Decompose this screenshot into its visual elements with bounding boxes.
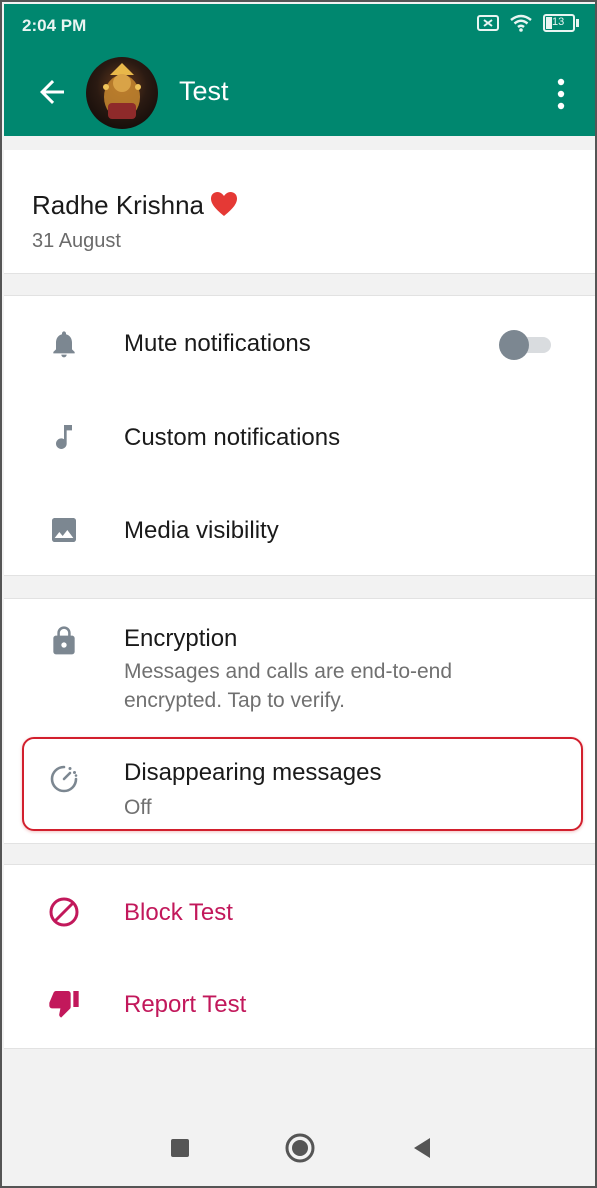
lock-icon bbox=[53, 626, 75, 655]
disappearing-messages-row[interactable]: Disappearing messages Off bbox=[4, 739, 595, 839]
custom-notifications-label: Custom notifications bbox=[124, 424, 341, 451]
battery-icon: 13 bbox=[543, 14, 579, 32]
privacy-section: Encryption Messages and calls are end-to… bbox=[4, 598, 595, 844]
timer-icon bbox=[50, 765, 78, 793]
encryption-description-line2: encrypted. Tap to verify. bbox=[124, 689, 346, 712]
sim-icon bbox=[477, 15, 499, 31]
image-icon bbox=[52, 518, 76, 542]
status-time: 2:04 PM bbox=[22, 16, 87, 35]
disappearing-messages-label: Disappearing messages bbox=[124, 759, 382, 786]
toggle-knob bbox=[499, 330, 529, 360]
thumb-down-icon bbox=[49, 991, 79, 1018]
custom-notifications-row[interactable]: Custom notifications bbox=[4, 390, 595, 484]
about-status: Radhe Krishna bbox=[32, 190, 204, 220]
status-icons: 13 bbox=[477, 14, 579, 32]
home-circle-icon[interactable] bbox=[284, 1132, 316, 1164]
report-row[interactable]: Report Test bbox=[4, 957, 595, 1049]
back-triangle-icon[interactable] bbox=[406, 1132, 438, 1164]
block-label: Block Test bbox=[124, 899, 233, 926]
heart-icon bbox=[211, 192, 237, 216]
wifi-icon bbox=[510, 14, 532, 32]
block-icon bbox=[49, 897, 79, 927]
encryption-row[interactable]: Encryption Messages and calls are end-to… bbox=[4, 599, 595, 731]
disappearing-messages-value: Off bbox=[124, 796, 152, 819]
bell-icon bbox=[53, 331, 75, 358]
media-visibility-label: Media visibility bbox=[124, 517, 279, 544]
about-text: Radhe Krishna bbox=[32, 190, 238, 221]
encryption-description-line1: Messages and calls are end-to-end bbox=[124, 660, 453, 683]
actions-section: Block Test Report Test bbox=[4, 864, 595, 1049]
more-vert-icon[interactable] bbox=[553, 76, 569, 112]
system-nav-bar bbox=[4, 1108, 595, 1186]
mute-notifications-label: Mute notifications bbox=[124, 330, 311, 357]
notifications-section: Mute notifications Custom notifications … bbox=[4, 295, 595, 576]
mute-notifications-row[interactable]: Mute notifications bbox=[4, 296, 595, 390]
music-note-icon bbox=[56, 425, 72, 449]
avatar[interactable] bbox=[86, 57, 158, 129]
about-date: 31 August bbox=[32, 230, 121, 252]
chat-title[interactable]: Test bbox=[179, 76, 229, 107]
phone-screen: 2:04 PM 13 Test Radhe Krishna 31 August … bbox=[0, 0, 597, 1188]
media-visibility-row[interactable]: Media visibility bbox=[4, 484, 595, 576]
mute-toggle[interactable] bbox=[499, 330, 553, 360]
recents-square-icon[interactable] bbox=[164, 1132, 196, 1164]
block-row[interactable]: Block Test bbox=[4, 865, 595, 957]
app-bar: 2:04 PM 13 Test bbox=[4, 4, 595, 136]
battery-level: 13 bbox=[552, 16, 565, 28]
encryption-label: Encryption bbox=[124, 625, 238, 652]
back-arrow-icon[interactable] bbox=[34, 74, 70, 110]
about-section[interactable]: Radhe Krishna 31 August bbox=[4, 150, 595, 274]
report-label: Report Test bbox=[124, 991, 247, 1018]
